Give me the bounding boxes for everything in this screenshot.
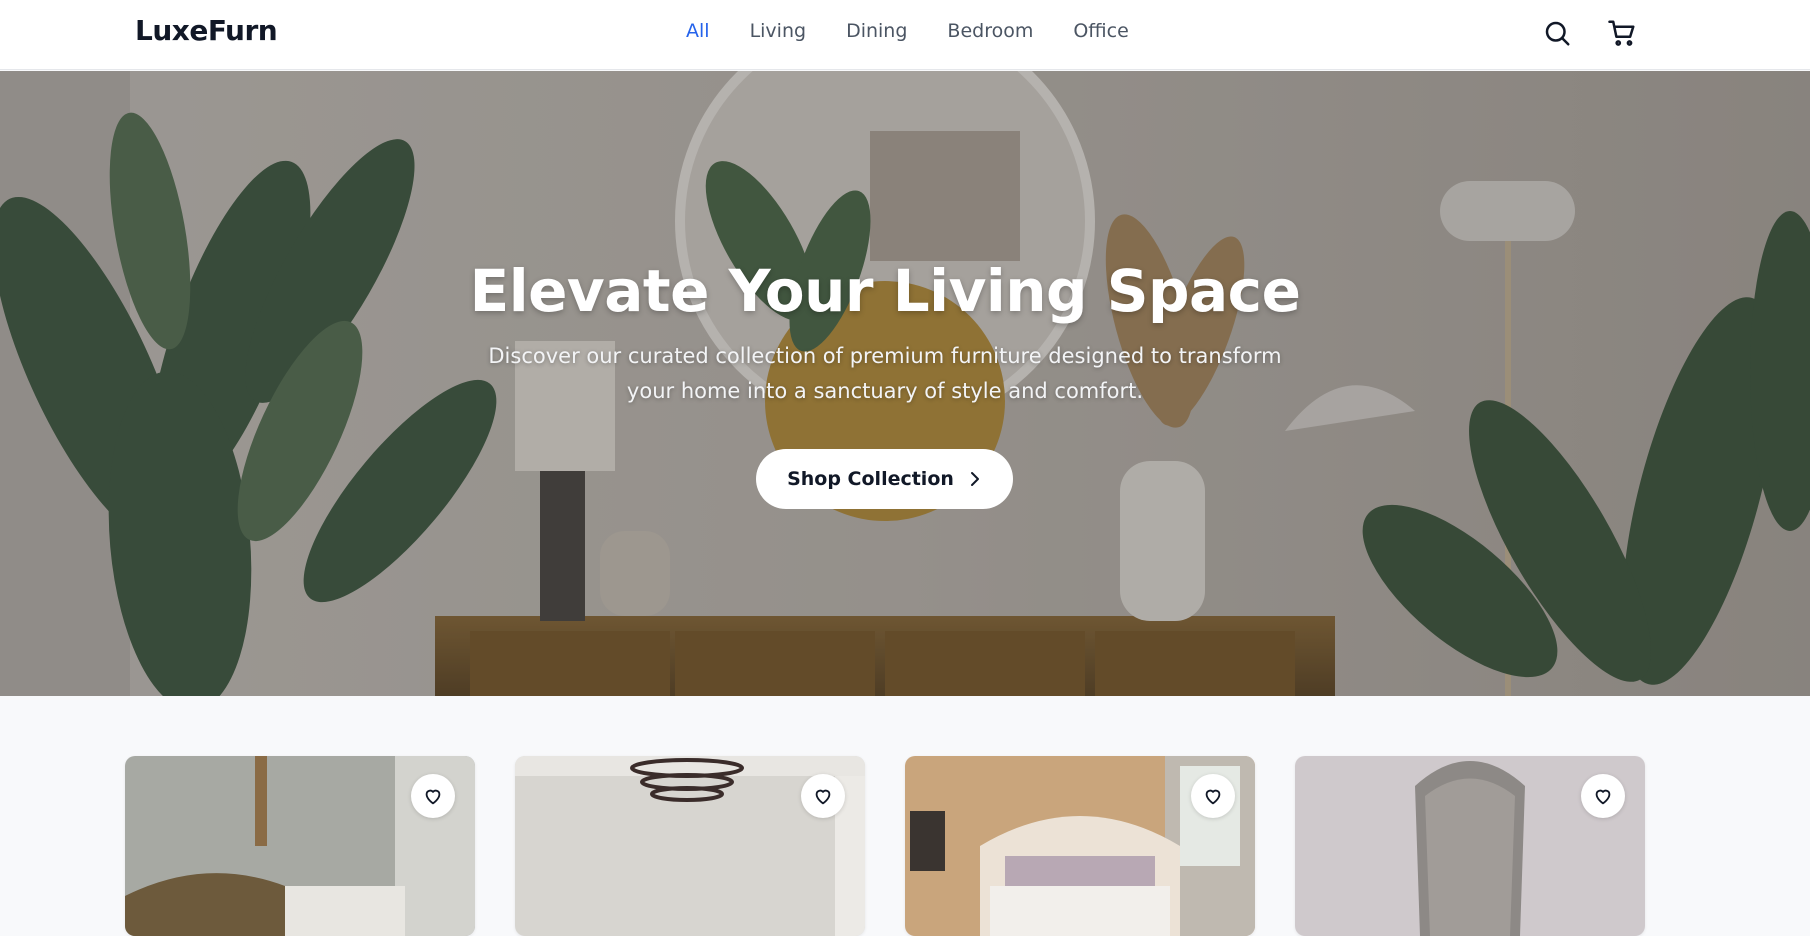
product-card[interactable] [515,756,865,936]
heart-icon [425,789,441,805]
heart-icon [1205,789,1221,805]
shop-collection-button[interactable]: Shop Collection [756,449,1013,509]
chevron-right-icon [970,472,979,486]
heart-icon [1595,789,1611,805]
product-card[interactable] [905,756,1255,936]
nav-item-all[interactable]: All [686,20,710,42]
cart-icon[interactable] [1607,18,1637,48]
top-navbar: LuxeFurn All Living Dining Bedroom Offic… [0,0,1810,70]
shop-collection-label: Shop Collection [787,468,954,490]
search-icon[interactable] [1542,18,1572,48]
favorite-button[interactable] [1191,774,1235,818]
nav-item-office[interactable]: Office [1073,20,1128,42]
hero-title: Elevate Your Living Space [469,257,1301,325]
product-card[interactable] [125,756,475,936]
product-card[interactable] [1295,756,1645,936]
favorite-button[interactable] [1581,774,1625,818]
favorite-button[interactable] [801,774,845,818]
favorite-button[interactable] [411,774,455,818]
hero-subtitle: Discover our curated collection of premi… [488,344,1282,403]
category-nav: All Living Dining Bedroom Office [686,20,1129,42]
nav-item-dining[interactable]: Dining [846,20,907,42]
hero-banner: Elevate Your Living Space Discover our c… [0,71,1810,696]
brand-logo[interactable]: LuxeFurn [135,14,278,47]
nav-item-living[interactable]: Living [750,20,807,42]
nav-item-bedroom[interactable]: Bedroom [947,20,1033,42]
heart-icon [815,789,831,805]
